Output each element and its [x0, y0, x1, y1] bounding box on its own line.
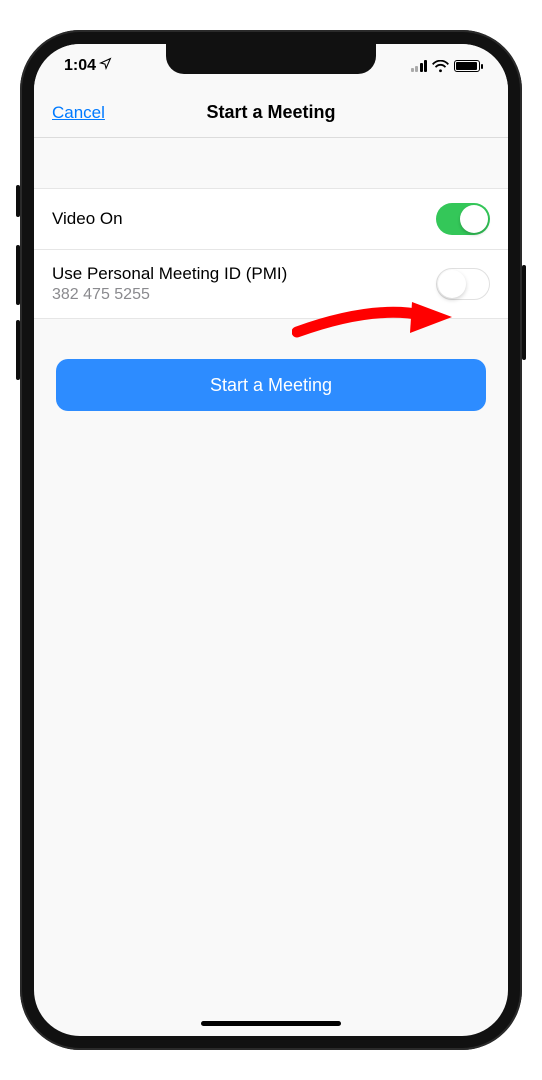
screen: 1:04 Can [34, 44, 508, 1036]
power-button [522, 265, 526, 360]
status-time: 1:04 [64, 57, 96, 75]
settings-group: Video On Use Personal Meeting ID (PMI) 3… [34, 188, 508, 319]
location-icon [99, 57, 112, 75]
nav-bar: Cancel Start a Meeting [34, 88, 508, 138]
home-indicator[interactable] [201, 1021, 341, 1026]
volume-up-button [16, 245, 20, 305]
silence-switch [16, 185, 20, 217]
phone-frame: 1:04 Can [20, 30, 522, 1050]
pmi-value: 382 475 5255 [52, 286, 287, 304]
video-on-row: Video On [34, 189, 508, 249]
status-left: 1:04 [64, 57, 112, 75]
volume-down-button [16, 320, 20, 380]
start-meeting-button[interactable]: Start a Meeting [56, 359, 486, 411]
pmi-label: Use Personal Meeting ID (PMI) [52, 264, 287, 284]
video-on-toggle[interactable] [436, 203, 490, 235]
cellular-signal-icon [411, 60, 428, 72]
video-on-label: Video On [52, 209, 123, 229]
pmi-toggle[interactable] [436, 268, 490, 300]
notch [166, 44, 376, 74]
page-title: Start a Meeting [34, 102, 508, 123]
content: Video On Use Personal Meeting ID (PMI) 3… [34, 188, 508, 411]
cancel-button[interactable]: Cancel [52, 103, 105, 123]
status-right [411, 60, 481, 73]
battery-icon [454, 60, 480, 72]
wifi-icon [432, 60, 449, 73]
pmi-row: Use Personal Meeting ID (PMI) 382 475 52… [34, 249, 508, 318]
